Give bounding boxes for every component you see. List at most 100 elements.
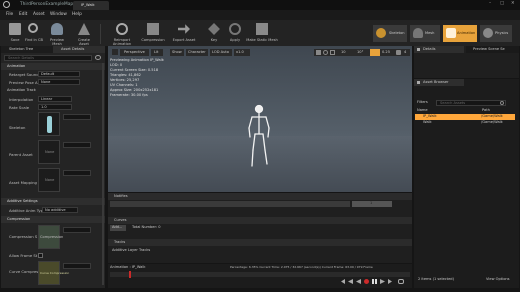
curve-compression-thumbnail[interactable]: Curve Compression [38, 261, 69, 285]
asset-tab[interactable]: IP_Walk [73, 1, 109, 10]
column-name[interactable]: Name [417, 108, 428, 113]
tab-preview-scene[interactable]: Preview Scene Se [466, 46, 519, 53]
compression-picker[interactable] [63, 227, 91, 233]
show-button[interactable]: Show [170, 49, 184, 56]
export-icon [178, 24, 190, 34]
apply-button[interactable]: Apply [224, 21, 246, 45]
scrub-handle[interactable] [129, 271, 131, 278]
scrub-bar[interactable] [110, 271, 410, 278]
details-search-input[interactable]: Search Details [4, 55, 92, 61]
section-animation[interactable]: Animation [1, 63, 105, 70]
camera-speed-icon[interactable] [396, 50, 401, 55]
lit-button[interactable]: Lit [151, 49, 163, 56]
tab-asset-details[interactable]: Asset Details [53, 46, 105, 53]
scale-snap-toggle[interactable] [370, 49, 380, 56]
section-additive-settings[interactable]: Additive Settings [1, 198, 105, 205]
view-options-button[interactable]: View Options [486, 277, 510, 282]
menu-help[interactable]: Help [72, 12, 82, 17]
scale-icon[interactable] [330, 50, 335, 55]
eye-icon[interactable] [95, 55, 101, 60]
lod-button[interactable]: LOD Auto [210, 49, 232, 56]
to-start-icon[interactable] [341, 279, 345, 284]
asset-count-label: 2 items (1 selected) [418, 277, 454, 281]
filters-button[interactable]: Filters [417, 100, 428, 105]
section-tracks[interactable]: Tracks [108, 239, 412, 246]
record-icon[interactable] [364, 279, 369, 284]
mode-animation-button[interactable]: Animation [443, 25, 477, 42]
character-skeleton[interactable] [244, 104, 274, 170]
section-compression[interactable]: Compression [1, 216, 105, 223]
curve-compression-picker[interactable] [63, 263, 91, 269]
find-in-cb-button[interactable]: Find in CB [23, 21, 45, 45]
rate-scale-input[interactable]: 1.0 [38, 104, 72, 110]
mode-skeleton-button[interactable]: Skeleton [373, 25, 407, 42]
section-notifies[interactable]: Notifies [108, 193, 412, 200]
additive-anim-type-dropdown[interactable]: No additive [42, 207, 78, 213]
character-button[interactable]: Character [186, 49, 208, 56]
grid-snap-value[interactable]: 10 [341, 50, 346, 55]
retarget-source-dropdown[interactable]: Default [38, 71, 80, 77]
menu-asset[interactable]: Asset [33, 12, 45, 17]
step-back-icon[interactable] [348, 279, 353, 284]
parent-asset-picker[interactable] [63, 142, 91, 148]
reimport-animation-button[interactable]: Reimport Animation [108, 21, 136, 46]
skeleton-picker[interactable] [63, 114, 91, 120]
rotate-icon[interactable] [323, 50, 328, 55]
menu-file[interactable]: File [6, 12, 13, 17]
mode-mesh-button[interactable]: Mesh [410, 25, 440, 42]
create-asset-button[interactable]: Create Asset [73, 21, 95, 46]
loop-icon[interactable] [398, 279, 404, 284]
camera-speed-value[interactable]: 4 [404, 50, 406, 55]
translate-icon[interactable] [316, 50, 321, 55]
interpolation-dropdown[interactable]: Linear [38, 96, 72, 102]
parent-asset-thumbnail[interactable]: None [38, 140, 60, 164]
mesh-mode-icon [413, 28, 423, 38]
compression-thumbnail[interactable]: Compression [38, 225, 63, 249]
skeleton-thumbnail[interactable] [38, 112, 60, 136]
asset-search-input[interactable]: Search Assets [436, 100, 506, 106]
notify-track[interactable] [110, 201, 350, 207]
tab-details[interactable]: Details [414, 46, 464, 53]
tab-asset-browser[interactable]: Asset Browser [414, 79, 464, 86]
preview-mesh-button[interactable]: Preview Mesh [46, 21, 68, 46]
apply-icon [229, 23, 241, 35]
allow-frame-checkbox[interactable] [38, 253, 43, 258]
scale-snap-value[interactable]: 0.25 [382, 50, 390, 55]
menu-edit[interactable]: Edit [19, 12, 27, 17]
status-animation-name: Animation : IP_Walk [110, 265, 146, 269]
preview-pose-dropdown[interactable]: None [38, 79, 80, 85]
mode-physics-button[interactable]: Physics [480, 25, 512, 42]
asset-mapping-picker[interactable] [63, 170, 91, 176]
section-curves[interactable]: Curves [108, 217, 412, 224]
left-scrollbar[interactable] [102, 63, 104, 285]
asset-browser-panel: Asset Browser Filters Search Assets Name… [414, 79, 519, 288]
pause-icon[interactable] [372, 279, 377, 284]
asset-row[interactable]: Walk /Game/Walk [415, 120, 515, 126]
playback-bar: Animation : IP_Walk Percentage: 6.35% Cu… [108, 264, 412, 288]
notify-track-end[interactable]: 1 [352, 201, 392, 207]
make-static-mesh-button[interactable]: Make Static Mesh [244, 21, 280, 45]
add-curve-button[interactable]: Add... [110, 225, 126, 231]
step-forward-icon[interactable] [380, 279, 385, 284]
compression-button[interactable]: Compression [140, 21, 166, 45]
close-icon[interactable]: ✕ [511, 1, 515, 6]
asset-mapping-thumbnail[interactable]: None [38, 168, 60, 192]
menu-window[interactable]: Window [50, 12, 67, 17]
viewport-options-button[interactable] [112, 49, 118, 55]
to-end-icon[interactable] [388, 279, 392, 284]
play-reverse-icon[interactable] [356, 279, 361, 284]
viewport[interactable]: Perspective Lit Show Character LOD Auto … [108, 46, 412, 192]
maximize-icon[interactable]: □ [500, 1, 504, 6]
tab-skeleton-tree[interactable]: Skeleton Tree [1, 46, 53, 53]
stat-line-7: Framerate: 30.00 fps [110, 93, 148, 97]
rotation-snap-value[interactable]: 10° [357, 50, 363, 55]
additive-layer-tracks-label[interactable]: Additive Layer Tracks [112, 248, 150, 253]
perspective-button[interactable]: Perspective [120, 49, 149, 56]
asset-browser-icon [417, 81, 420, 84]
minimize-icon[interactable]: – [489, 1, 491, 6]
export-asset-button[interactable]: Export Asset [171, 21, 197, 45]
column-path[interactable]: Path [482, 108, 490, 113]
key-button[interactable]: Key [203, 21, 225, 45]
speed-button[interactable]: x1.0 [234, 49, 250, 56]
animation-track-header[interactable]: Animation Track [7, 88, 36, 93]
